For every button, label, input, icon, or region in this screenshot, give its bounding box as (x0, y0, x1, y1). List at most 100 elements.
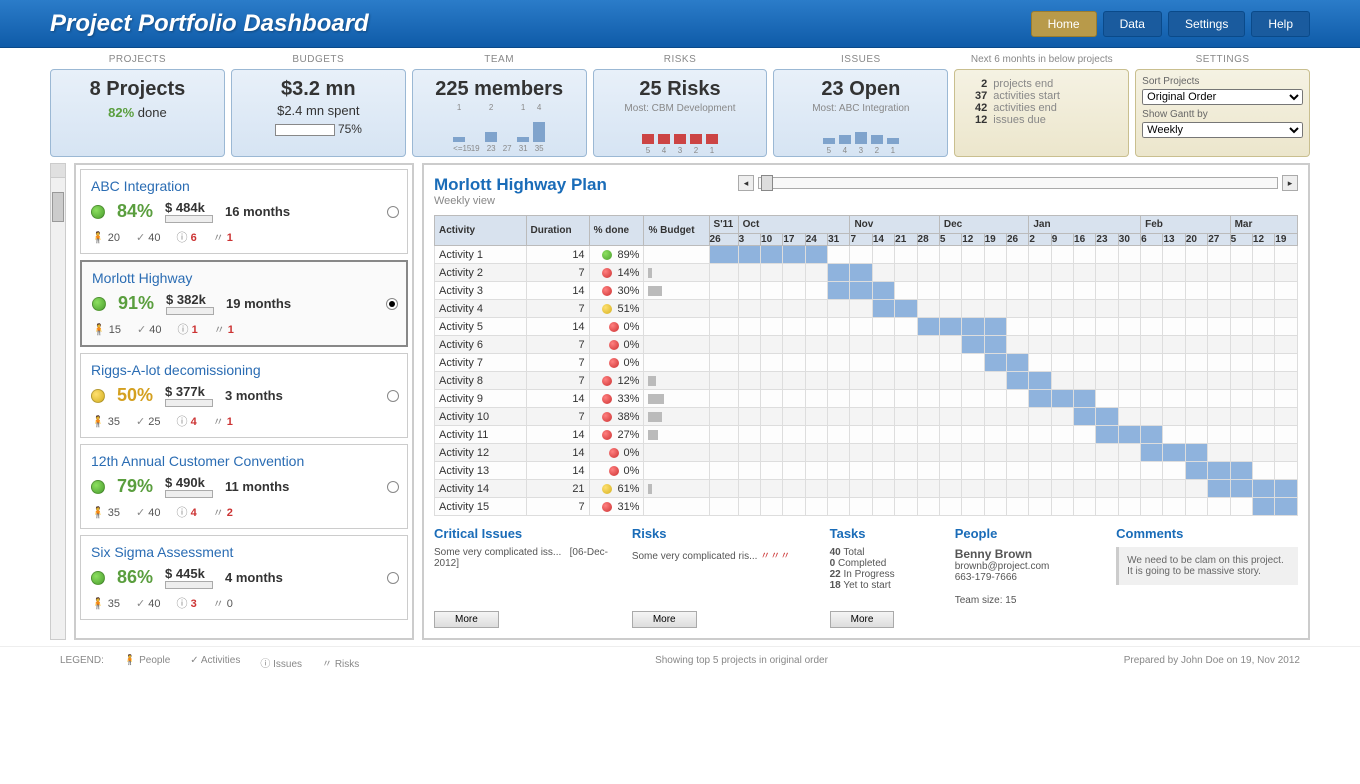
detail-panels: Critical Issues Some very complicated is… (434, 526, 1298, 628)
project-radio[interactable] (386, 298, 398, 310)
project-months: 4 months (225, 570, 283, 585)
status-dot-icon (92, 297, 106, 311)
status-dot-icon (91, 205, 105, 219)
forecast-row: 42activities end (963, 102, 1120, 114)
project-months: 11 months (225, 479, 289, 494)
people-icon: 🧍 (91, 416, 105, 428)
project-card[interactable]: 12th Annual Customer Convention 79% $ 49… (80, 444, 408, 529)
metric-budgets-card[interactable]: $3.2 mn $2.4 mn spent 75% (231, 69, 406, 157)
check-icon: ✓ (137, 324, 146, 336)
legend-activities-icon: ✓ Activities (190, 655, 240, 670)
project-card[interactable]: Six Sigma Assessment 86% $ 445k 4 months… (80, 535, 408, 620)
project-months: 3 months (225, 388, 283, 403)
project-radio[interactable] (387, 481, 399, 493)
timeline-slider[interactable]: ◂ ▸ (738, 175, 1298, 191)
gantt-row[interactable]: Activity 1114 27% (435, 426, 1298, 444)
footer-prepared: Prepared by John Doe on 19, Nov 2012 (1124, 655, 1300, 670)
metric-issues-value: 23 Open (782, 78, 939, 101)
metric-projects-card[interactable]: 8 Projects 82% done (50, 69, 225, 157)
nav-data[interactable]: Data (1103, 11, 1162, 37)
metric-settings-label: SETTINGS (1135, 54, 1310, 65)
project-pct: 84% (117, 201, 153, 222)
info-icon: ⓘ (177, 598, 188, 610)
metric-projects-label: PROJECTS (50, 54, 225, 65)
risk-icon: 〃 (214, 324, 225, 336)
gantt-row[interactable]: Activity 1314 0% (435, 462, 1298, 480)
gantt-row[interactable]: Activity 114 89% (435, 246, 1298, 264)
team-chart (421, 116, 578, 142)
check-icon: ✓ (136, 598, 145, 610)
project-radio[interactable] (387, 572, 399, 584)
project-months: 16 months (225, 204, 290, 219)
gantt-row[interactable]: Activity 67 0% (435, 336, 1298, 354)
risks-panel: Risks Some very complicated ris... 〃〃〃 M… (632, 526, 814, 628)
project-budget: $ 377k (165, 384, 205, 399)
project-pct: 86% (117, 567, 153, 588)
budget-progress (275, 124, 335, 136)
people-icon: 🧍 (91, 598, 105, 610)
settings-card: Sort Projects Original Order Show Gantt … (1135, 69, 1310, 157)
metric-projects-value: 8 Projects (59, 78, 216, 101)
info-icon: ⓘ (177, 232, 188, 244)
projects-scrollbar[interactable] (50, 163, 66, 640)
project-months: 19 months (226, 296, 291, 311)
sort-projects-select[interactable]: Original Order (1142, 89, 1303, 105)
comments-panel: Comments We need to be clam on this proj… (1116, 526, 1298, 628)
gantt-row[interactable]: Activity 1421 61% (435, 480, 1298, 498)
metric-team-label: TEAM (412, 54, 587, 65)
show-gantt-select[interactable]: Weekly (1142, 122, 1303, 138)
comments-text: We need to be clam on this project. It i… (1116, 547, 1298, 585)
forecast-row: 37activities start (963, 90, 1120, 102)
issues-chart (782, 118, 939, 144)
gantt-row[interactable]: Activity 314 30% (435, 282, 1298, 300)
project-radio[interactable] (387, 390, 399, 402)
people-panel: People Benny Brown brownb@project.com 66… (955, 526, 1100, 628)
nav-settings[interactable]: Settings (1168, 11, 1245, 37)
issues-more-button[interactable]: More (434, 611, 499, 628)
gantt-table: ActivityDuration% done% BudgetS'11OctNov… (434, 215, 1298, 516)
legend-people-icon: 🧍 People (124, 655, 170, 670)
metric-risks-card[interactable]: 25 Risks Most: CBM Development 54321 (593, 69, 768, 157)
tasks-panel: Tasks 40 Total 0 Completed 22 In Progres… (830, 526, 939, 628)
projects-list: ABC Integration 84% $ 484k 16 months 🧍 2… (74, 163, 414, 640)
risks-more-button[interactable]: More (632, 611, 697, 628)
forecast-row: 2projects end (963, 78, 1120, 90)
forecast-title: Next 6 monhts in below projects (954, 54, 1129, 65)
gantt-row[interactable]: Activity 47 51% (435, 300, 1298, 318)
info-icon: ⓘ (177, 416, 188, 428)
check-icon: ✓ (136, 416, 145, 428)
header-nav: Home Data Settings Help (1031, 11, 1310, 37)
gantt-row[interactable]: Activity 914 33% (435, 390, 1298, 408)
status-dot-icon (91, 571, 105, 585)
tasks-more-button[interactable]: More (830, 611, 895, 628)
slider-next-icon[interactable]: ▸ (1282, 175, 1298, 191)
project-card[interactable]: ABC Integration 84% $ 484k 16 months 🧍 2… (80, 169, 408, 254)
gantt-row[interactable]: Activity 157 31% (435, 498, 1298, 516)
detail-view-mode: Weekly view (434, 195, 607, 207)
slider-prev-icon[interactable]: ◂ (738, 175, 754, 191)
people-icon: 🧍 (91, 507, 105, 519)
nav-help[interactable]: Help (1251, 11, 1310, 37)
gantt-row[interactable]: Activity 107 38% (435, 408, 1298, 426)
metric-team-value: 225 members (421, 78, 578, 101)
gantt-row[interactable]: Activity 87 12% (435, 372, 1298, 390)
gantt-row[interactable]: Activity 77 0% (435, 354, 1298, 372)
gantt-row[interactable]: Activity 514 0% (435, 318, 1298, 336)
nav-home[interactable]: Home (1031, 11, 1097, 37)
gantt-row[interactable]: Activity 27 14% (435, 264, 1298, 282)
metric-budgets-value: $3.2 mn (240, 78, 397, 101)
project-card[interactable]: Riggs-A-lot decomissioning 50% $ 377k 3 … (80, 353, 408, 438)
project-card[interactable]: Morlott Highway 91% $ 382k 19 months 🧍 1… (80, 260, 408, 347)
project-radio[interactable] (387, 206, 399, 218)
gantt-row[interactable]: Activity 1214 0% (435, 444, 1298, 462)
legend-issues-icon: ⓘ Issues (260, 655, 302, 670)
status-dot-icon (91, 480, 105, 494)
footer-status: Showing top 5 projects in original order (655, 655, 828, 670)
metric-team-card[interactable]: 225 members 1214 <=151923273135 (412, 69, 587, 157)
metric-issues-card[interactable]: 23 Open Most: ABC Integration 54321 (773, 69, 948, 157)
project-detail: Morlott Highway Plan Weekly view ◂ ▸ Act… (422, 163, 1310, 640)
risk-icon: 〃 (213, 416, 224, 428)
footer: LEGEND: 🧍 People ✓ Activities ⓘ Issues 〃… (0, 646, 1360, 678)
project-pct: 50% (117, 385, 153, 406)
metric-risks-label: RISKS (593, 54, 768, 65)
